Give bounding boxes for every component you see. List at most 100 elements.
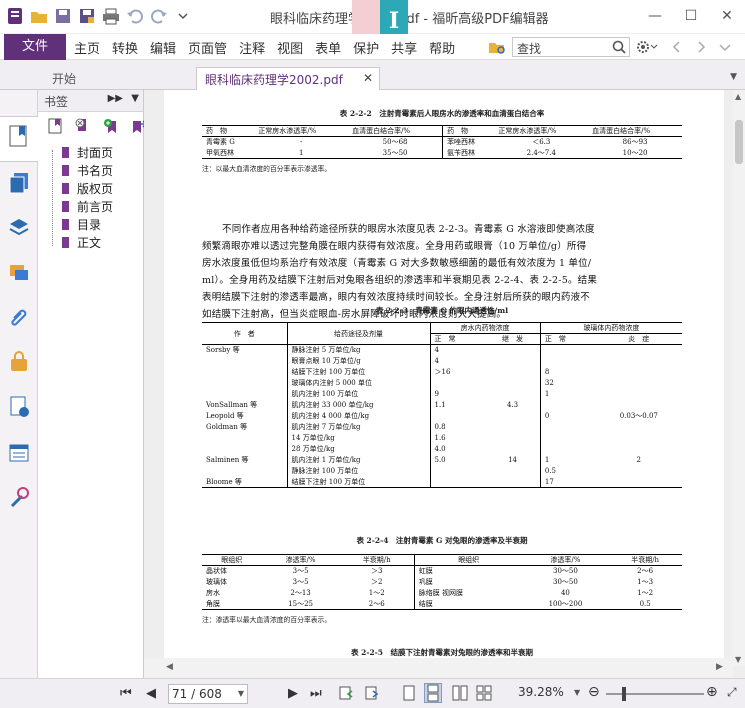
bookmark-item-preface[interactable]: 前言页 <box>62 198 113 215</box>
pages-thumbnail-icon[interactable] <box>8 172 30 194</box>
last-page-icon[interactable]: ⏭ <box>310 686 322 701</box>
bookmark-item-cover[interactable]: 封面页 <box>62 144 113 161</box>
menu-share[interactable]: 共享 <box>391 38 417 57</box>
table-cell: 30～50 <box>553 567 578 576</box>
table-cell <box>485 444 540 455</box>
undo-icon[interactable] <box>126 7 144 25</box>
new-bookmark-icon[interactable] <box>46 117 64 135</box>
layers-icon[interactable] <box>8 216 30 238</box>
search-icon[interactable] <box>611 39 627 55</box>
folder-search-icon[interactable] <box>488 38 506 56</box>
table-cell: 脉络膜 视网膜 <box>413 587 523 599</box>
security-lock-icon[interactable] <box>8 350 30 372</box>
content-icon[interactable] <box>8 442 30 464</box>
continuous-facing-view-icon[interactable] <box>476 685 492 701</box>
vertical-scroll-thumb[interactable] <box>735 120 743 164</box>
tab-list-icon[interactable]: ▼ <box>730 72 737 82</box>
scroll-left-icon[interactable]: ◀ <box>166 662 173 672</box>
next-page-icon[interactable]: ▶ <box>288 686 298 701</box>
menu-page-manage[interactable]: 页面管 <box>188 38 227 57</box>
nav-forward-icon[interactable] <box>694 40 708 54</box>
minimize-button[interactable]: — <box>637 4 673 28</box>
table-cell: ＜6.3 <box>532 138 551 147</box>
single-page-view-icon[interactable] <box>402 685 416 701</box>
table-cell: 2～6 <box>637 567 654 576</box>
panel-expand-icon[interactable]: ▶▶ <box>108 93 123 104</box>
menu-comment[interactable]: 注释 <box>239 38 265 57</box>
table-cell <box>202 367 287 378</box>
zoom-dropdown-icon[interactable]: ▼ <box>574 688 580 697</box>
table-cell <box>539 432 596 444</box>
redo-icon[interactable] <box>150 7 168 25</box>
nav-back-icon[interactable] <box>670 40 684 54</box>
table-cell: 结膜下注射 100 万单位 <box>286 366 430 378</box>
zoom-in-icon[interactable]: ⊕ <box>706 684 718 700</box>
table-cell: 4.0 <box>429 443 486 455</box>
zoom-out-icon[interactable]: ⊖ <box>588 684 600 700</box>
previous-page-icon[interactable]: ◀ <box>146 686 156 701</box>
scroll-right-icon[interactable]: ▶ <box>716 662 723 672</box>
menu-view[interactable]: 视图 <box>277 38 303 57</box>
customize-dropdown-icon[interactable] <box>174 7 192 25</box>
zoom-slider[interactable] <box>606 693 704 695</box>
bookmark-item-toc[interactable]: 目录 <box>62 216 101 233</box>
close-button[interactable]: ✕ <box>709 4 745 28</box>
table-row: 玻璃体内注射 5 000 单位 32 <box>202 377 682 389</box>
table-cell: 肌内注射 4 000 单位/kg <box>286 410 430 422</box>
bookmark-icon[interactable] <box>8 124 30 147</box>
next-view-icon[interactable] <box>364 685 380 701</box>
destinations-icon[interactable] <box>8 486 30 508</box>
document-view[interactable]: 表 2-2-2 注射青霉素后人眼房水的渗透率和血清蛋白结合率 药 物 正常房水渗… <box>144 90 745 678</box>
signatures-icon[interactable] <box>8 396 30 418</box>
bookmark-item-copyright[interactable]: 版权页 <box>62 180 113 197</box>
bookmarks-title: 书签 <box>44 95 69 109</box>
fullscreen-icon[interactable]: ⤢ <box>727 685 737 700</box>
table-cell: 2～6 <box>368 599 385 608</box>
zoom-slider-handle[interactable] <box>622 687 626 701</box>
table-cell: 35～50 <box>348 147 444 159</box>
menu-form[interactable]: 表单 <box>315 38 341 57</box>
save-as-icon[interactable] <box>78 7 96 25</box>
print-icon[interactable] <box>102 7 120 25</box>
attachment-icon[interactable] <box>8 306 30 328</box>
vertical-scrollbar[interactable]: ▲ ▼ <box>733 90 745 666</box>
previous-view-icon[interactable] <box>338 685 354 701</box>
menu-home[interactable]: 主页 <box>74 38 100 57</box>
table-cell: 10～20 <box>622 148 648 157</box>
table-cell: 4.3 <box>506 401 519 409</box>
table-cell: 结膜 <box>413 598 523 610</box>
tab-close-icon[interactable]: ✕ <box>363 71 373 85</box>
menu-convert[interactable]: 转换 <box>112 38 138 57</box>
table-cell: 0.8 <box>429 421 486 433</box>
t224-header-cell: 半衰期/h <box>339 554 415 566</box>
continuous-view-icon[interactable] <box>424 683 442 703</box>
menu-protect[interactable]: 保护 <box>353 38 379 57</box>
page-dropdown-icon[interactable]: ▼ <box>238 689 244 698</box>
first-page-icon[interactable]: ⏮ <box>120 686 132 701</box>
horizontal-scrollbar[interactable]: ◀ ▶ <box>144 658 733 678</box>
zoom-level[interactable]: 39.28% <box>518 685 564 699</box>
collapse-ribbon-icon[interactable] <box>718 40 732 54</box>
open-icon[interactable] <box>30 7 48 25</box>
maximize-button[interactable]: ☐ <box>673 4 709 28</box>
settings-gear-icon[interactable] <box>636 39 658 55</box>
scroll-down-icon[interactable]: ▼ <box>735 655 741 664</box>
facing-view-icon[interactable] <box>452 685 468 701</box>
delete-bookmark-icon[interactable] <box>74 117 92 135</box>
save-icon[interactable] <box>54 7 72 25</box>
bookmark-item-body[interactable]: 正文 <box>62 234 101 251</box>
menu-edit[interactable]: 编辑 <box>150 38 176 57</box>
page-number-input[interactable]: 71 / 608 ▼ <box>168 684 248 704</box>
tab-document[interactable]: 眼科临床药理学2002.pdf ✕ <box>196 67 380 90</box>
comments-icon[interactable] <box>8 262 30 284</box>
bookmark-item-title-page[interactable]: 书名页 <box>62 162 113 179</box>
tab-start[interactable]: 开始 <box>44 67 84 90</box>
menu-help[interactable]: 帮助 <box>429 38 455 57</box>
file-menu-button[interactable]: 文件 <box>4 34 66 60</box>
add-child-bookmark-icon[interactable] <box>102 117 120 135</box>
scroll-up-icon[interactable]: ▲ <box>735 92 741 101</box>
panel-menu-icon[interactable]: ▼ <box>131 93 139 104</box>
table-cell: 玻璃体 <box>206 578 227 586</box>
t223-subheader: 正 常 <box>429 333 486 345</box>
table-cell <box>202 389 287 400</box>
